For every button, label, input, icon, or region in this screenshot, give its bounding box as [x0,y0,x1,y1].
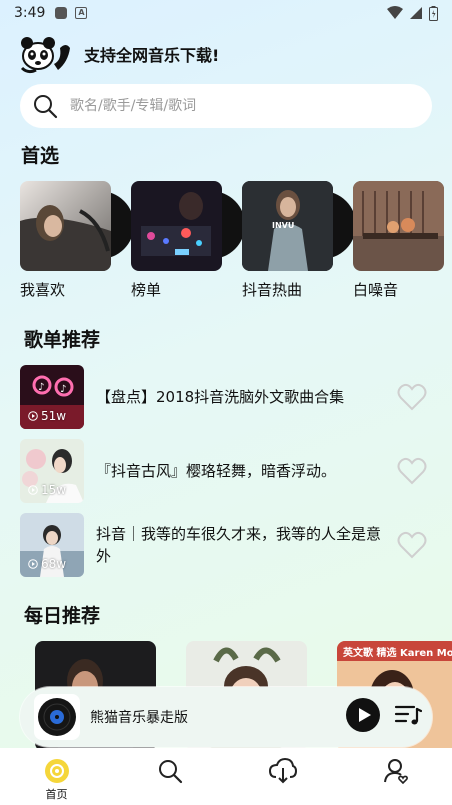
playlist-title: 『抖音古风』樱珞轻舞，暗香浮动。 [96,462,337,480]
svg-text:♪: ♪ [38,382,44,393]
tab-home[interactable]: 首页 [27,758,87,802]
pick-cover-text: INVU [272,221,295,230]
pick-label: 白噪音 [353,281,399,299]
pick-cover [20,181,111,271]
section-title-picks: 首选 [21,145,60,167]
play-icon [28,559,38,569]
pick-label: 榜单 [131,281,162,299]
daily-cover-text: 英文歌 精选 Karen Mo [343,648,452,659]
favorite-button[interactable] [394,457,430,485]
favorite-button[interactable] [394,383,430,411]
home-icon [44,759,69,783]
pick-cover: INVU [242,181,333,271]
status-time: 3:49 [14,5,46,21]
section-title-playlists: 歌单推荐 [24,329,101,351]
picks-row: 我喜欢 榜单 INVU 抖音热曲 白噪音 [20,181,444,300]
download-icon [268,758,297,784]
playlist-button[interactable] [394,703,423,731]
play-count: 51w [28,409,66,423]
pick-card-charts[interactable]: 榜单 [131,181,245,300]
wifi-icon [387,6,403,19]
list-item[interactable]: ♪ ♪ 51w 【盘点】2018抖音洗脑外文歌曲合集 [20,360,432,434]
signal-icon [410,7,422,19]
app-header: 支持全网音乐下载! [18,34,219,74]
playlist-title: 【盘点】2018抖音洗脑外文歌曲合集 [96,388,345,406]
panda-logo-icon [20,37,70,74]
app-notification-icon: A [75,7,88,19]
search-icon [158,760,182,784]
heart-icon [397,383,427,411]
status-bar: 3:49 A [0,0,452,26]
play-icon [346,698,380,732]
playlist-title: 抖音｜我等的车很久才来，我等的人全是意外 [96,525,382,565]
search-bar[interactable] [20,84,432,128]
tab-profile[interactable] [366,758,426,784]
player-cover [34,694,80,740]
svg-text:♪: ♪ [60,384,66,395]
search-input[interactable] [70,98,390,114]
favorite-button[interactable] [394,531,430,559]
vinyl-record-icon [38,698,76,736]
mini-player[interactable]: 熊猫音乐暴走版 [20,687,432,747]
playlist-cover: ♪ ♪ 51w [20,365,84,429]
notification-icon [55,7,68,19]
pick-cover [353,181,444,271]
play-icon [28,411,38,421]
pick-card-white-noise[interactable]: 白噪音 [353,181,444,300]
heart-icon [397,457,427,485]
player-controls [346,698,423,736]
bottom-tab-bar: 首页 [0,748,452,805]
status-right [387,5,438,21]
profile-icon [383,759,408,784]
pick-label: 我喜欢 [20,281,66,299]
play-button[interactable] [346,698,380,736]
search-icon [34,95,58,119]
play-count: 15w [28,483,66,497]
heart-icon [397,531,427,559]
playlist-cover: 68w [20,513,84,577]
header-slogan: 支持全网音乐下载! [84,46,220,65]
pick-label: 抖音热曲 [242,281,303,299]
list-item[interactable]: 68w 抖音｜我等的车很久才来，我等的人全是意外 [20,508,432,582]
playlist-list: ♪ ♪ 51w 【盘点】2018抖音洗脑外文歌曲合集 15w 『抖音古风』樱珞轻… [20,360,432,582]
list-item[interactable]: 15w 『抖音古风』樱珞轻舞，暗香浮动。 [20,434,432,508]
play-count: 68w [28,557,66,571]
battery-icon [429,5,438,21]
tab-search[interactable] [140,758,200,784]
tab-download[interactable] [253,758,313,784]
pick-card-favorites[interactable]: 我喜欢 [20,181,134,300]
play-icon [28,485,38,495]
player-song-title: 熊猫音乐暴走版 [90,710,188,726]
playlist-icon [394,705,423,725]
section-title-daily: 每日推荐 [24,605,101,627]
playlist-cover: 15w [20,439,84,503]
pick-cover [131,181,222,271]
tab-label: 首页 [45,788,68,801]
pick-card-douyin-hits[interactable]: INVU 抖音热曲 [242,181,356,300]
